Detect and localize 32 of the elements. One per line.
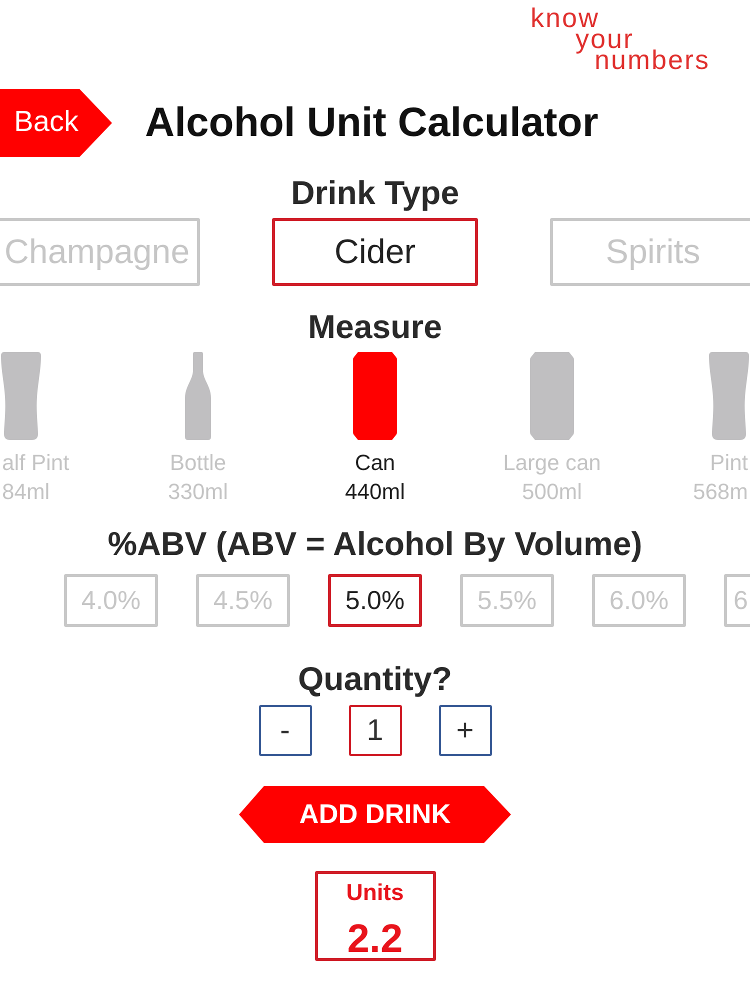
can-icon (353, 352, 397, 440)
measure-option[interactable]: Large can 500ml (464, 352, 640, 506)
bottle-icon (185, 352, 211, 440)
abv-option[interactable]: 5.5% (460, 574, 554, 627)
abv-option[interactable]: 4.5% (196, 574, 290, 627)
abv-option[interactable]: 5.0% (328, 574, 422, 627)
abv-option[interactable]: 4.0% (64, 574, 158, 627)
quantity-value: 1 (348, 705, 402, 756)
decrease-button[interactable]: - (258, 705, 312, 756)
page-title: Alcohol Unit Calculator (145, 99, 598, 147)
drink-type-heading: Drink Type (290, 175, 460, 211)
abv-option[interactable]: 6.0% (592, 574, 686, 627)
add-drink-button[interactable]: ADD DRINK (239, 786, 511, 843)
drink-type-option[interactable]: Champagne (0, 218, 200, 286)
abv-heading: %ABV (ABV = Alcohol By Volume) (108, 526, 642, 562)
increase-button[interactable]: + (438, 705, 492, 756)
brand-logo: know your numbers (530, 8, 710, 71)
drink-type-option[interactable]: Spirits (550, 218, 750, 286)
drink-type-option[interactable]: Cider (272, 218, 478, 286)
measure-option[interactable]: alf Pint 84ml (0, 352, 110, 506)
measure-option[interactable]: Bottle 330ml (110, 352, 286, 506)
can-icon (530, 352, 574, 440)
pint-glass-icon (1, 352, 41, 440)
units-label: Units (346, 878, 404, 906)
quantity-heading: Quantity? (298, 661, 452, 697)
back-button[interactable]: Back (0, 89, 112, 157)
pint-glass-icon (709, 352, 749, 440)
abv-option[interactable]: 6 (724, 574, 750, 627)
units-value: 2.2 (347, 916, 403, 962)
measure-option[interactable]: Pint 568m (640, 352, 750, 506)
measure-heading: Measure (308, 309, 442, 345)
measure-option[interactable]: Can 440ml (286, 352, 464, 506)
